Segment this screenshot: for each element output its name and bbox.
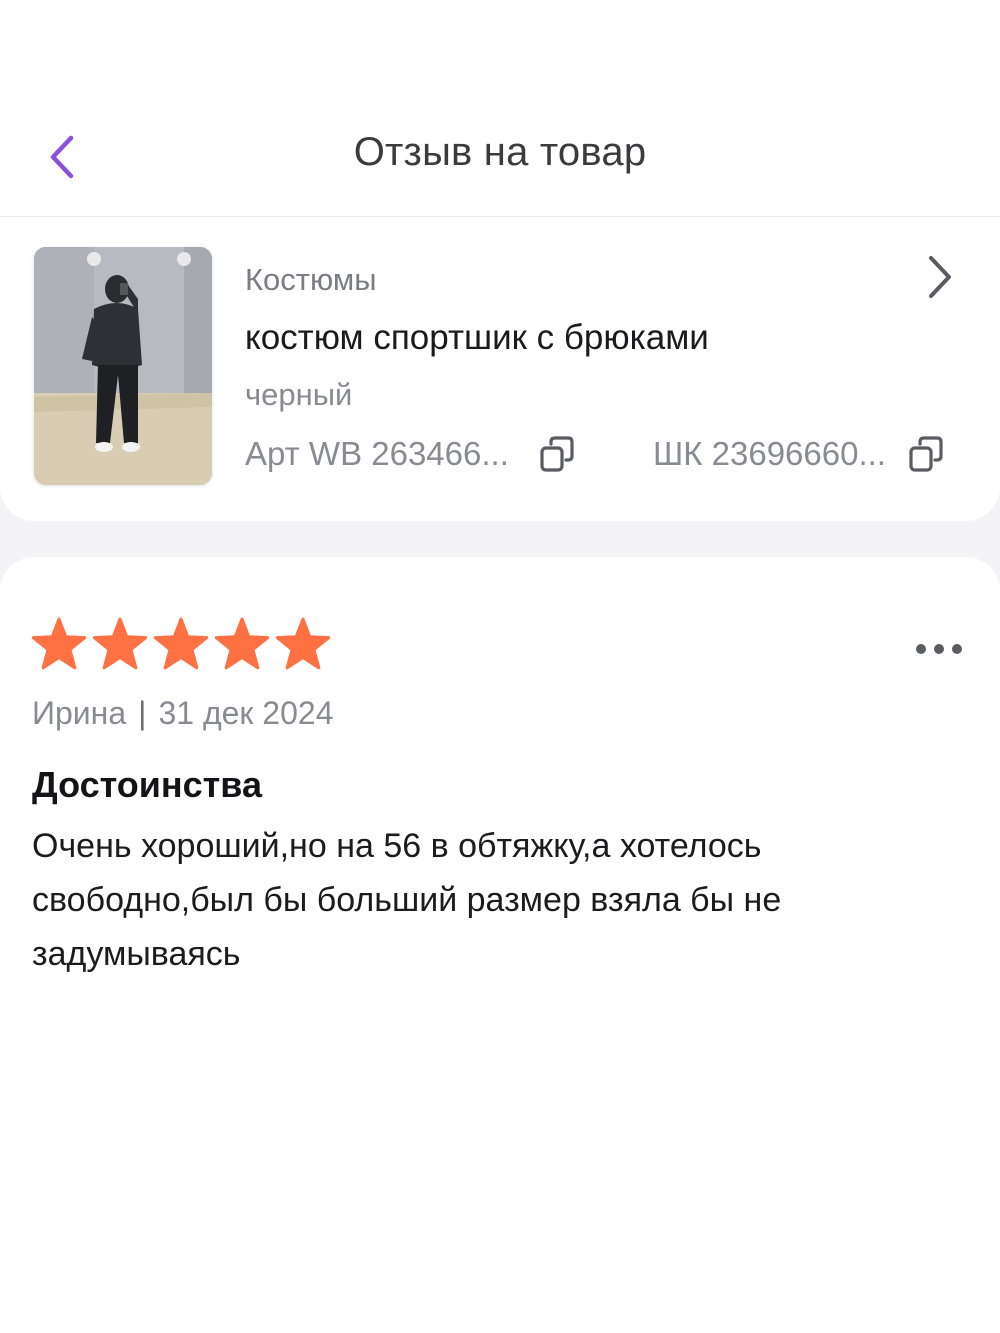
copy-barcode-button[interactable] <box>906 432 946 476</box>
page-title: Отзыв на товар <box>353 130 647 174</box>
more-dots-icon <box>916 644 962 654</box>
product-category: Костюмы <box>245 262 377 297</box>
copy-icon <box>540 436 574 472</box>
chevron-right-icon <box>929 256 951 298</box>
rating-stars <box>30 617 332 673</box>
review-card: Ирина | 31 дек 2024 Достоинства Очень хо… <box>0 557 1000 1333</box>
star-icon <box>31 617 87 670</box>
review-text: Очень хороший,но на 56 в обтяжку,а хотел… <box>32 827 782 973</box>
more-options-button[interactable] <box>906 627 972 671</box>
open-product-button[interactable] <box>918 253 962 301</box>
star-icon <box>92 617 148 670</box>
article-number: Арт WB 263466... <box>245 432 577 476</box>
article-number-label: Арт WB 263466... <box>245 435 509 472</box>
review-date: 31 дек 2024 <box>158 695 334 731</box>
star-icon <box>275 617 331 670</box>
copy-article-button[interactable] <box>537 432 577 476</box>
meta-separator: | <box>138 695 147 731</box>
review-section-title: Достоинства <box>32 764 262 805</box>
product-color: черный <box>245 377 353 412</box>
barcode-number: ШК 23696660... <box>653 432 946 476</box>
product-name: костюм спортшик с брюками <box>245 318 709 357</box>
copy-icon <box>909 436 943 472</box>
star-icon <box>153 617 209 670</box>
star-icon <box>214 617 270 670</box>
product-card[interactable]: Костюмы костюм спортшик с брюками черный… <box>0 217 1000 521</box>
review-author: Ирина <box>32 695 127 731</box>
review-meta: Ирина | 31 дек 2024 <box>32 695 333 732</box>
barcode-number-label: ШК 23696660... <box>653 435 886 472</box>
app-header: Отзыв на товар <box>0 0 1000 217</box>
product-image[interactable] <box>34 247 212 485</box>
